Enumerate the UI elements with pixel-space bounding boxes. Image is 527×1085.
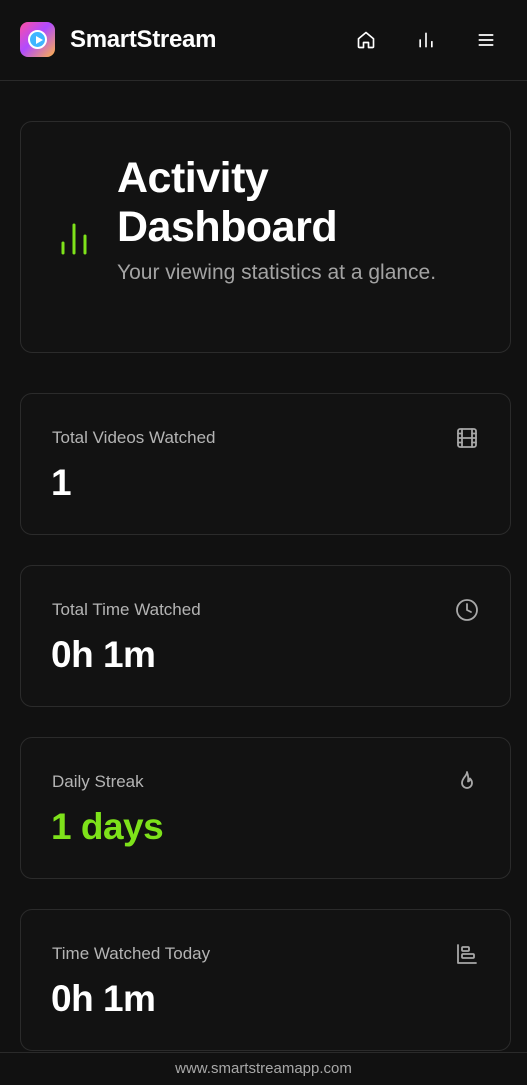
page-title: Activity Dashboard <box>117 154 338 251</box>
stat-card-daily-streak: Daily Streak 1 days <box>20 737 511 879</box>
stat-label: Total Time Watched <box>52 600 201 619</box>
stat-value: 0h 1m <box>51 978 156 1019</box>
film-icon <box>455 426 479 455</box>
dashboard-hero-card: Activity Dashboard Your viewing statisti… <box>20 121 511 353</box>
menu-icon[interactable] <box>474 28 498 52</box>
stat-value: 0h 1m <box>51 634 156 675</box>
play-icon <box>28 30 47 49</box>
home-icon[interactable] <box>354 28 378 52</box>
app-logo[interactable] <box>20 22 55 57</box>
stat-card-total-time: Total Time Watched 0h 1m <box>20 565 511 707</box>
page-subtitle: Your viewing statistics at a glance. <box>117 261 437 284</box>
stat-value: 1 days <box>51 806 164 847</box>
bar-chart-icon[interactable] <box>414 28 438 52</box>
chart-icon <box>455 942 479 971</box>
stat-label: Time Watched Today <box>52 944 211 963</box>
stat-card-total-videos: Total Videos Watched 1 <box>20 393 511 535</box>
flame-icon <box>455 770 479 799</box>
stat-value: 1 <box>51 462 72 503</box>
brand-name[interactable]: SmartStream <box>70 26 216 54</box>
stat-label: Total Videos Watched <box>52 428 216 447</box>
stat-card-time-today: Time Watched Today 0h 1m <box>20 909 511 1051</box>
stat-label: Daily Streak <box>52 772 144 791</box>
app-header: SmartStream <box>0 0 527 81</box>
bar-chart-icon <box>59 222 89 261</box>
footer-url[interactable]: www.smartstreamapp.com <box>0 1052 527 1083</box>
clock-icon <box>455 598 479 627</box>
